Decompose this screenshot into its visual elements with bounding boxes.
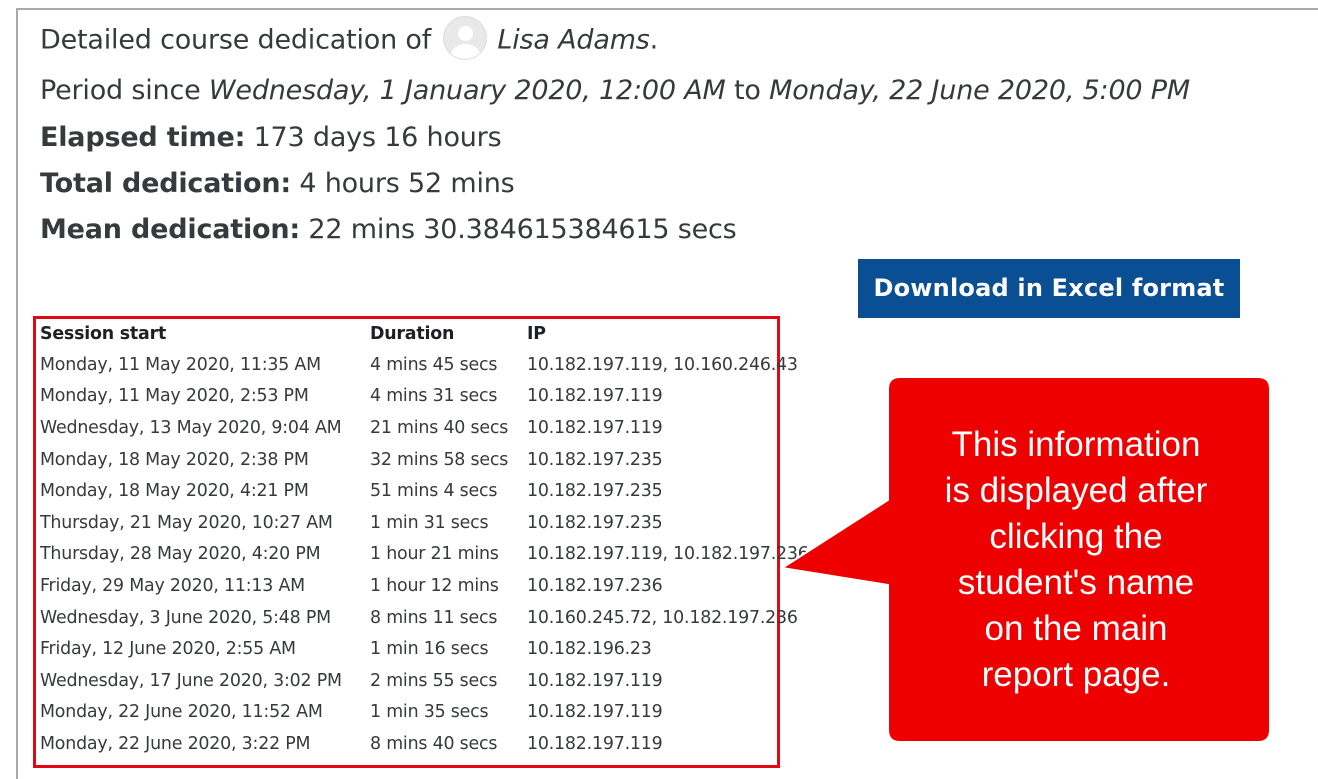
- callout-line: on the main: [984, 609, 1168, 648]
- callout-line: is displayed after: [944, 471, 1208, 510]
- callout-line: clicking the: [989, 517, 1163, 556]
- callout-line: report page.: [981, 655, 1171, 694]
- callout-line: This information: [951, 425, 1201, 464]
- callout-text: This information is displayed after clic…: [896, 422, 1256, 698]
- callout-line: student's name: [957, 563, 1195, 602]
